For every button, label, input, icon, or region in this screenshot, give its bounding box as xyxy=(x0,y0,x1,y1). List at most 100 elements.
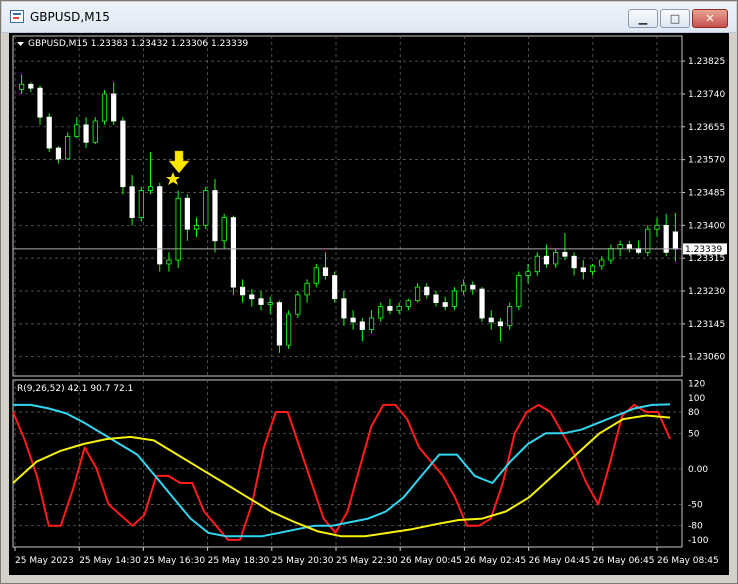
indicator-tick-label: -80 xyxy=(688,522,703,532)
indicator-lines xyxy=(12,403,671,541)
candle-body xyxy=(553,251,559,265)
candle-body xyxy=(249,294,255,300)
indicator-tick-label: 120 xyxy=(688,380,705,390)
candle-body xyxy=(267,302,273,305)
candle-body xyxy=(414,286,421,302)
time-tick-label: 26 May 06:45 xyxy=(593,556,655,566)
candle-body xyxy=(92,120,98,143)
indicator-series-line xyxy=(13,403,671,538)
main-chart-header: GBPUSD,M15 1.23383 1.23432 1.23306 1.233… xyxy=(28,39,248,49)
candle-body xyxy=(479,288,485,319)
arrow-down-icon xyxy=(168,150,190,174)
candle-body xyxy=(626,244,632,249)
time-tick-label: 25 May 22:30 xyxy=(336,556,398,566)
price-axis: 1.23825 1.23740 1.23655 1.23570 1.23485 1.234… xyxy=(682,57,725,363)
time-tick-label: 25 May 20:30 xyxy=(272,556,334,566)
price-tick-label: 1.23740 xyxy=(688,90,725,100)
candle-body xyxy=(111,93,117,122)
candle-body xyxy=(193,224,200,230)
candle-body xyxy=(157,186,163,265)
time-tick-label: 25 May 2023 xyxy=(15,556,74,566)
candle-body xyxy=(37,87,43,118)
candle-body xyxy=(534,255,540,273)
star-icon xyxy=(166,172,180,185)
candle-body xyxy=(295,294,301,315)
candle-body xyxy=(396,306,402,311)
maximize-button[interactable]: □ xyxy=(660,9,690,28)
candle-body xyxy=(580,267,586,273)
candle-body xyxy=(322,267,329,276)
current-price-label: 1.23339 xyxy=(685,245,722,255)
title-bar[interactable]: GBPUSD,M15 ▁ □ ✕ xyxy=(2,2,736,33)
time-tick-label: 26 May 00:45 xyxy=(400,556,462,566)
candle-body xyxy=(83,124,89,143)
candle-body xyxy=(313,267,319,284)
candle-body xyxy=(46,116,52,149)
candle-body xyxy=(654,224,660,230)
indicator-axis: 120 100 80 50 0.00 -50 -80 -100 xyxy=(688,380,709,546)
candle-body xyxy=(129,186,135,218)
candle-body xyxy=(65,136,71,160)
candle-body xyxy=(74,124,80,137)
candle-body xyxy=(617,244,623,249)
candle-body xyxy=(332,275,338,300)
indicator-tick-label: 100 xyxy=(688,394,705,404)
candle-body xyxy=(608,248,614,261)
indicator-tick-label: -100 xyxy=(688,536,709,546)
candle-body xyxy=(341,298,347,319)
candle-body xyxy=(405,300,411,307)
candle-body xyxy=(203,190,209,226)
price-chart-svg[interactable]: GBPUSD,M15 1.23383 1.23432 1.23306 1.233… xyxy=(9,33,729,575)
price-tick-label: 1.23485 xyxy=(688,188,725,198)
indicator-tick-label: 80 xyxy=(688,408,700,418)
candle-body xyxy=(433,294,439,303)
time-tick-label: 26 May 02:45 xyxy=(464,556,526,566)
price-tick-label: 1.23400 xyxy=(688,221,725,231)
candle-body xyxy=(175,197,181,261)
chart-menu-icon[interactable] xyxy=(17,42,24,46)
time-axis: 25 May 2023 25 May 14:30 25 May 16:30 25 Ma… xyxy=(14,547,719,566)
candle-body xyxy=(507,306,513,327)
price-tick-label: 1.23315 xyxy=(688,254,725,264)
time-tick-label: 25 May 16:30 xyxy=(143,556,205,566)
price-tick-label: 1.23655 xyxy=(688,123,725,133)
candle-body xyxy=(562,251,568,257)
candle-body xyxy=(19,83,25,90)
candle-body xyxy=(387,306,393,311)
candle-body xyxy=(212,190,218,242)
candle-body xyxy=(424,286,430,296)
price-tick-label: 1.23825 xyxy=(688,57,725,67)
candle-body xyxy=(101,93,108,122)
price-tick-label: 1.23145 xyxy=(688,320,725,330)
close-button[interactable]: ✕ xyxy=(692,9,728,28)
candle-body xyxy=(589,265,596,273)
time-tick-label: 26 May 08:45 xyxy=(657,556,719,566)
candle-body xyxy=(184,197,190,230)
chart-window-icon xyxy=(10,10,24,23)
candle-body xyxy=(543,255,550,265)
candle-body xyxy=(138,190,144,218)
candle-body xyxy=(672,231,678,250)
chart-canvas[interactable]: GBPUSD,M15 1.23383 1.23432 1.23306 1.233… xyxy=(9,33,729,575)
indicator-series-line xyxy=(12,403,671,541)
time-tick-label: 25 May 18:30 xyxy=(208,556,270,566)
candle-body xyxy=(488,317,494,323)
trade-marker[interactable] xyxy=(166,150,190,185)
candle-body xyxy=(359,321,365,331)
candle-body xyxy=(120,120,126,188)
candle-body xyxy=(166,259,172,265)
candle-body xyxy=(28,83,34,89)
minimize-button[interactable]: ▁ xyxy=(628,9,658,28)
price-tick-label: 1.23060 xyxy=(688,353,725,363)
window-title: GBPUSD,M15 xyxy=(30,10,110,24)
price-tick-label: 1.23570 xyxy=(688,156,725,166)
candle-body xyxy=(599,259,605,267)
chart-window: GBPUSD,M15 ▁ □ ✕ GBPUSD,M15 1.23383 1.23… xyxy=(0,0,738,584)
candle-body xyxy=(378,306,384,319)
candle-body xyxy=(368,317,375,331)
candle-body xyxy=(147,186,154,191)
candle-body xyxy=(230,217,236,288)
candle-body xyxy=(258,298,264,305)
candle-body xyxy=(286,313,292,346)
candle-body xyxy=(525,271,531,276)
